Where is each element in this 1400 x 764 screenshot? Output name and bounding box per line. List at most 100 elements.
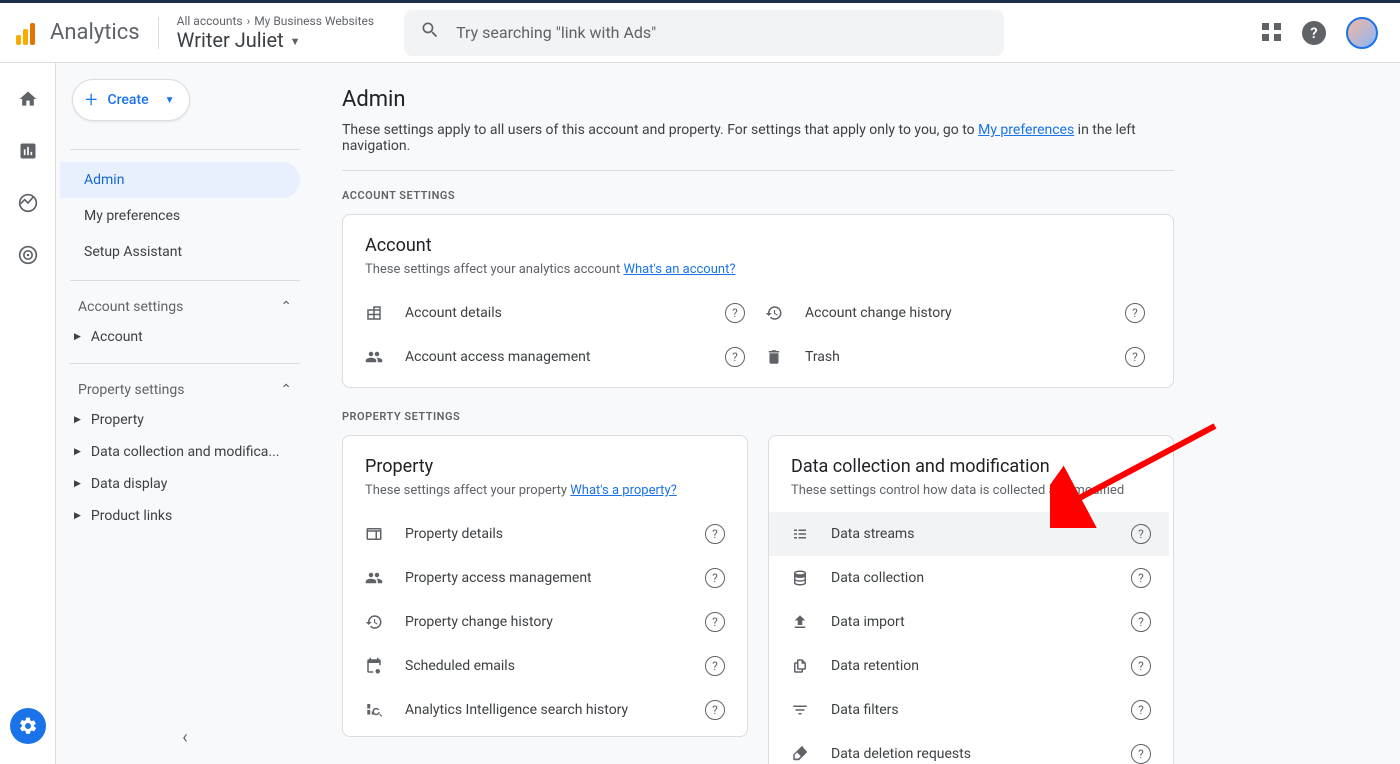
erase-icon	[791, 745, 831, 763]
row-data-deletion[interactable]: Data deletion requests ?	[769, 732, 1169, 764]
breadcrumb: All accounts › My Business Websites	[177, 14, 374, 28]
building-icon	[365, 304, 405, 322]
row-property-details[interactable]: Property details ?	[343, 512, 743, 556]
account-settings-label: ACCOUNT SETTINGS	[342, 189, 1174, 202]
chevron-up-icon: ⌃	[280, 382, 292, 398]
web-icon	[365, 525, 405, 543]
history-icon	[765, 304, 805, 322]
chevron-up-icon: ⌃	[280, 299, 292, 315]
sidebar: + Create ▼ Admin My preferences Setup As…	[56, 63, 314, 764]
row-analytics-intelligence[interactable]: Analytics Intelligence search history ?	[343, 688, 743, 732]
filter-icon	[791, 701, 831, 719]
row-data-streams[interactable]: Data streams ?	[769, 512, 1169, 556]
account-card: Account These settings affect your analy…	[342, 214, 1174, 388]
whats-a-property-link[interactable]: What's a property?	[570, 483, 676, 498]
whats-an-account-link[interactable]: What's an account?	[623, 262, 735, 277]
data-collection-card-desc: These settings control how data is colle…	[791, 483, 1169, 498]
help-icon[interactable]: ?	[1131, 524, 1151, 544]
retention-icon	[791, 657, 831, 675]
admin-gear-icon[interactable]	[10, 708, 46, 744]
caret-down-icon: ▼	[290, 35, 301, 48]
nav-data-collection[interactable]: ▶Data collection and modifica...	[70, 436, 300, 468]
header-divider	[158, 17, 159, 49]
row-trash[interactable]: Trash ?	[765, 335, 1153, 379]
people-icon	[365, 569, 405, 587]
account-name: Writer Juliet	[177, 28, 284, 52]
history-icon	[365, 613, 405, 631]
help-icon[interactable]: ?	[1131, 744, 1151, 764]
help-icon[interactable]: ?	[705, 656, 725, 676]
row-data-collection[interactable]: Data collection ?	[769, 556, 1169, 600]
property-card-title: Property	[365, 456, 743, 477]
help-icon[interactable]: ?	[1125, 347, 1145, 367]
create-button[interactable]: + Create ▼	[72, 79, 190, 121]
help-icon[interactable]: ?	[705, 700, 725, 720]
search-placeholder: Try searching "link with Ads"	[456, 23, 656, 42]
main-content: Admin These settings apply to all users …	[314, 63, 1400, 764]
property-card-desc: These settings affect your property What…	[365, 483, 743, 498]
section-property-settings[interactable]: Property settings ⌃	[70, 376, 300, 404]
apps-icon[interactable]	[1262, 23, 1282, 43]
page-description: These settings apply to all users of thi…	[342, 122, 1174, 154]
plus-icon: +	[85, 88, 97, 113]
home-icon[interactable]	[16, 87, 40, 111]
help-icon[interactable]: ?	[725, 347, 745, 367]
collapse-sidebar-icon[interactable]: ‹	[182, 727, 187, 748]
help-icon[interactable]: ?	[1125, 303, 1145, 323]
help-icon[interactable]: ?	[1131, 568, 1151, 588]
page-title: Admin	[342, 87, 1174, 112]
row-account-details[interactable]: Account details ?	[365, 291, 753, 335]
help-icon[interactable]: ?	[725, 303, 745, 323]
row-data-import[interactable]: Data import ?	[769, 600, 1169, 644]
reports-icon[interactable]	[16, 139, 40, 163]
upload-icon	[791, 613, 831, 631]
search-input[interactable]: Try searching "link with Ads"	[404, 10, 1004, 56]
nav-product-links[interactable]: ▶Product links	[70, 500, 300, 532]
help-icon[interactable]: ?	[1131, 656, 1151, 676]
chevron-right-icon: ›	[247, 14, 251, 28]
help-icon[interactable]: ?	[1302, 21, 1326, 45]
help-icon[interactable]: ?	[705, 612, 725, 632]
nav-account[interactable]: ▶ Account	[70, 321, 300, 353]
data-collection-card: Data collection and modification These s…	[768, 435, 1174, 764]
search-icon	[420, 20, 440, 45]
help-icon[interactable]: ?	[1131, 700, 1151, 720]
row-scheduled-emails[interactable]: Scheduled emails ?	[343, 644, 743, 688]
nav-admin[interactable]: Admin	[60, 162, 300, 198]
data-collection-card-title: Data collection and modification	[791, 456, 1169, 477]
trash-icon	[765, 348, 805, 366]
nav-property[interactable]: ▶Property	[70, 404, 300, 436]
analytics-logo-icon	[16, 21, 40, 45]
row-data-retention[interactable]: Data retention ?	[769, 644, 1169, 688]
explore-icon[interactable]	[16, 191, 40, 215]
help-icon[interactable]: ?	[705, 524, 725, 544]
property-settings-label: PROPERTY SETTINGS	[342, 410, 1174, 423]
my-preferences-link[interactable]: My preferences	[978, 122, 1074, 138]
account-picker[interactable]: All accounts › My Business Websites Writ…	[163, 14, 374, 52]
account-card-desc: These settings affect your analytics acc…	[365, 262, 1153, 277]
advertising-icon[interactable]	[16, 243, 40, 267]
search-analytics-icon	[365, 701, 405, 719]
product-name: Analytics	[50, 20, 140, 45]
row-property-change-history[interactable]: Property change history ?	[343, 600, 743, 644]
nav-my-preferences[interactable]: My preferences	[60, 198, 300, 234]
divider	[342, 170, 1174, 171]
help-icon[interactable]: ?	[1131, 612, 1151, 632]
row-account-change-history[interactable]: Account change history ?	[765, 291, 1153, 335]
database-icon	[791, 569, 831, 587]
stream-icon	[791, 525, 831, 543]
nav-rail	[0, 63, 56, 764]
avatar[interactable]	[1346, 17, 1378, 49]
property-card: Property These settings affect your prop…	[342, 435, 748, 737]
row-data-filters[interactable]: Data filters ?	[769, 688, 1169, 732]
caret-right-icon: ▶	[74, 332, 81, 342]
section-account-settings[interactable]: Account settings ⌃	[70, 293, 300, 321]
product-logo[interactable]: Analytics	[16, 20, 158, 45]
row-account-access[interactable]: Account access management ?	[365, 335, 753, 379]
nav-data-display[interactable]: ▶Data display	[70, 468, 300, 500]
nav-setup-assistant[interactable]: Setup Assistant	[60, 234, 300, 270]
help-icon[interactable]: ?	[705, 568, 725, 588]
people-icon	[365, 348, 405, 366]
row-property-access[interactable]: Property access management ?	[343, 556, 743, 600]
caret-down-icon: ▼	[165, 95, 175, 106]
